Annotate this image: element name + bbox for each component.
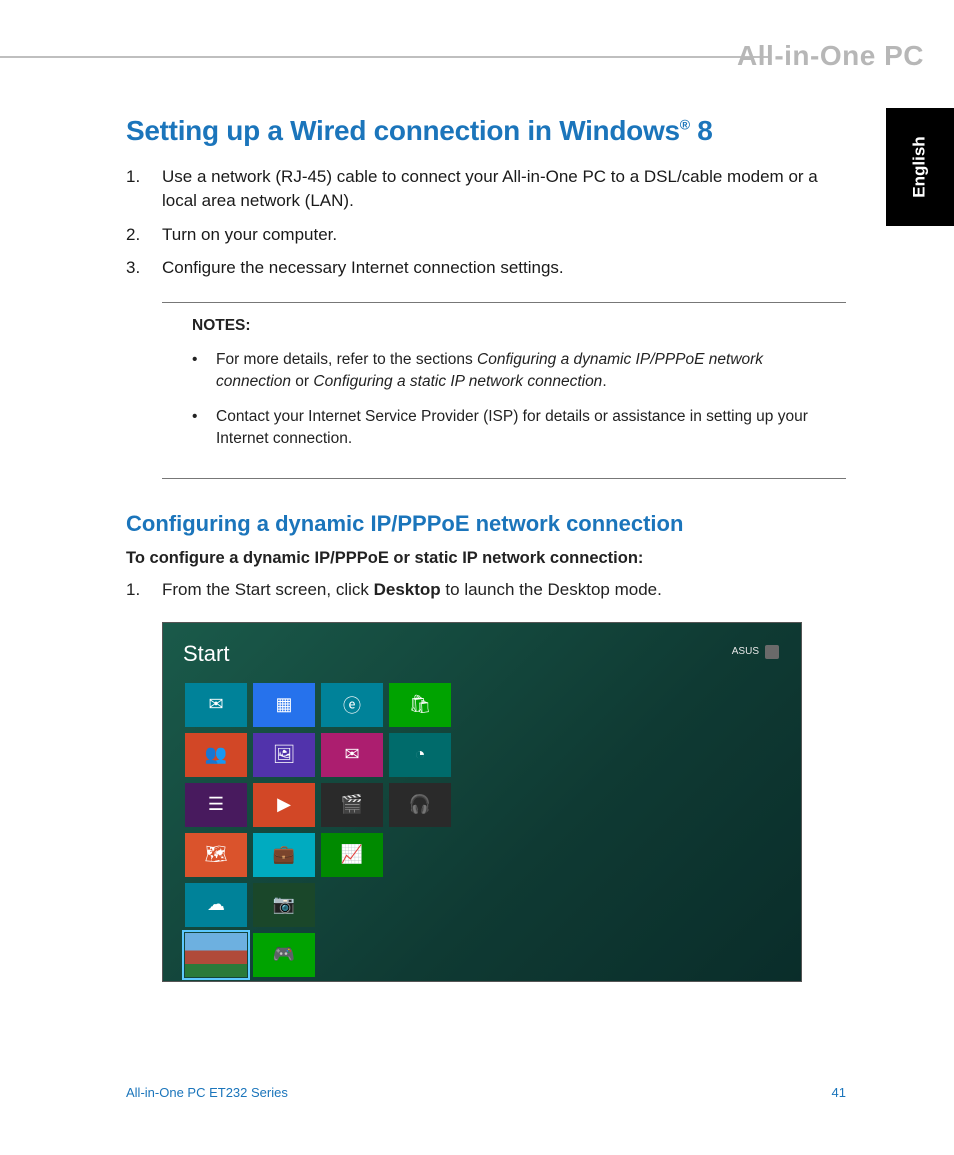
tile: 🎬 (321, 783, 383, 827)
step-item: 3. Configure the necessary Internet conn… (126, 256, 846, 280)
notes-box: NOTES: • For more details, refer to the … (162, 302, 846, 478)
step-text: Use a network (RJ-45) cable to connect y… (162, 165, 846, 213)
substep-item: 1. From the Start screen, click Desktop … (126, 580, 846, 600)
tile: 🖼 (253, 733, 315, 777)
bullet-icon: • (192, 349, 216, 392)
note-item: • Contact your Internet Service Provider… (192, 406, 838, 449)
footer-series: All-in-One PC ET232 Series (126, 1085, 288, 1100)
tiles-grid: ✉▦ⓔ🛍👥🖼✉◔☰▶🎬🎧🗺💼📈☁📷🎮 (185, 683, 519, 977)
tile: 🎮 (253, 933, 315, 977)
bullet-icon: • (192, 406, 216, 449)
note-em: Configuring a static IP network connecti… (313, 373, 602, 390)
tile: ▶ (253, 783, 315, 827)
step-number: 1. (126, 580, 162, 600)
step-text: From the Start screen, click Desktop to … (162, 580, 662, 600)
start-screen-figure: Start ASUS ✉▦ⓔ🛍👥🖼✉◔☰▶🎬🎧🗺💼📈☁📷🎮 (162, 622, 802, 982)
step-item: 2. Turn on your computer. (126, 223, 846, 247)
step-item: 1. Use a network (RJ-45) cable to connec… (126, 165, 846, 213)
note-text: Contact your Internet Service Provider (… (216, 406, 838, 449)
step-text: Configure the necessary Internet connect… (162, 256, 564, 280)
note-pre: For more details, refer to the sections (216, 351, 477, 368)
step-number: 1. (126, 165, 162, 213)
brand-label: All-in-One PC (737, 40, 924, 72)
tile: ✉ (321, 733, 383, 777)
page-title: Setting up a Wired connection in Windows… (126, 115, 846, 147)
tile: ▦ (253, 683, 315, 727)
step-text: Turn on your computer. (162, 223, 337, 247)
user-name: ASUS (732, 646, 759, 657)
note-post: . (602, 373, 606, 390)
tile: 🎧 (389, 783, 451, 827)
tile: ☁ (185, 883, 247, 927)
notes-label: NOTES: (192, 315, 838, 337)
notes-list: • For more details, refer to the section… (192, 349, 838, 450)
page-footer: All-in-One PC ET232 Series 41 (126, 1085, 846, 1100)
tile: ☰ (185, 783, 247, 827)
note-item: • For more details, refer to the section… (192, 349, 838, 392)
step-number: 3. (126, 256, 162, 280)
language-tab-label: English (910, 136, 930, 197)
language-tab[interactable]: English (886, 108, 954, 226)
tile (185, 933, 247, 977)
step-pre: From the Start screen, click (162, 580, 374, 599)
note-mid: or (291, 373, 313, 390)
subsection-lead: To configure a dynamic IP/PPPoE or stati… (126, 549, 846, 568)
subsection-title: Configuring a dynamic IP/PPPoE network c… (126, 511, 846, 537)
page-content: Setting up a Wired connection in Windows… (126, 115, 846, 982)
tile: ✉ (185, 683, 247, 727)
footer-page: 41 (832, 1085, 846, 1100)
step-number: 2. (126, 223, 162, 247)
title-suffix: 8 (690, 115, 713, 146)
step-bold: Desktop (374, 580, 441, 599)
tile: 📈 (321, 833, 383, 877)
tile: 🗺 (185, 833, 247, 877)
note-text: For more details, refer to the sections … (216, 349, 838, 392)
tile: 👥 (185, 733, 247, 777)
tile: 📷 (253, 883, 315, 927)
title-prefix: Setting up a Wired connection in Windows (126, 115, 680, 146)
tile: 💼 (253, 833, 315, 877)
start-label: Start (183, 641, 781, 667)
tile: ◔ (389, 733, 451, 777)
registered-mark: ® (680, 117, 690, 133)
tile: 🛍 (389, 683, 451, 727)
avatar-icon (765, 645, 779, 659)
step-post: to launch the Desktop mode. (441, 580, 662, 599)
steps-list: 1. Use a network (RJ-45) cable to connec… (126, 165, 846, 280)
user-badge: ASUS (732, 645, 779, 659)
header-rule (0, 56, 770, 58)
tile: ⓔ (321, 683, 383, 727)
